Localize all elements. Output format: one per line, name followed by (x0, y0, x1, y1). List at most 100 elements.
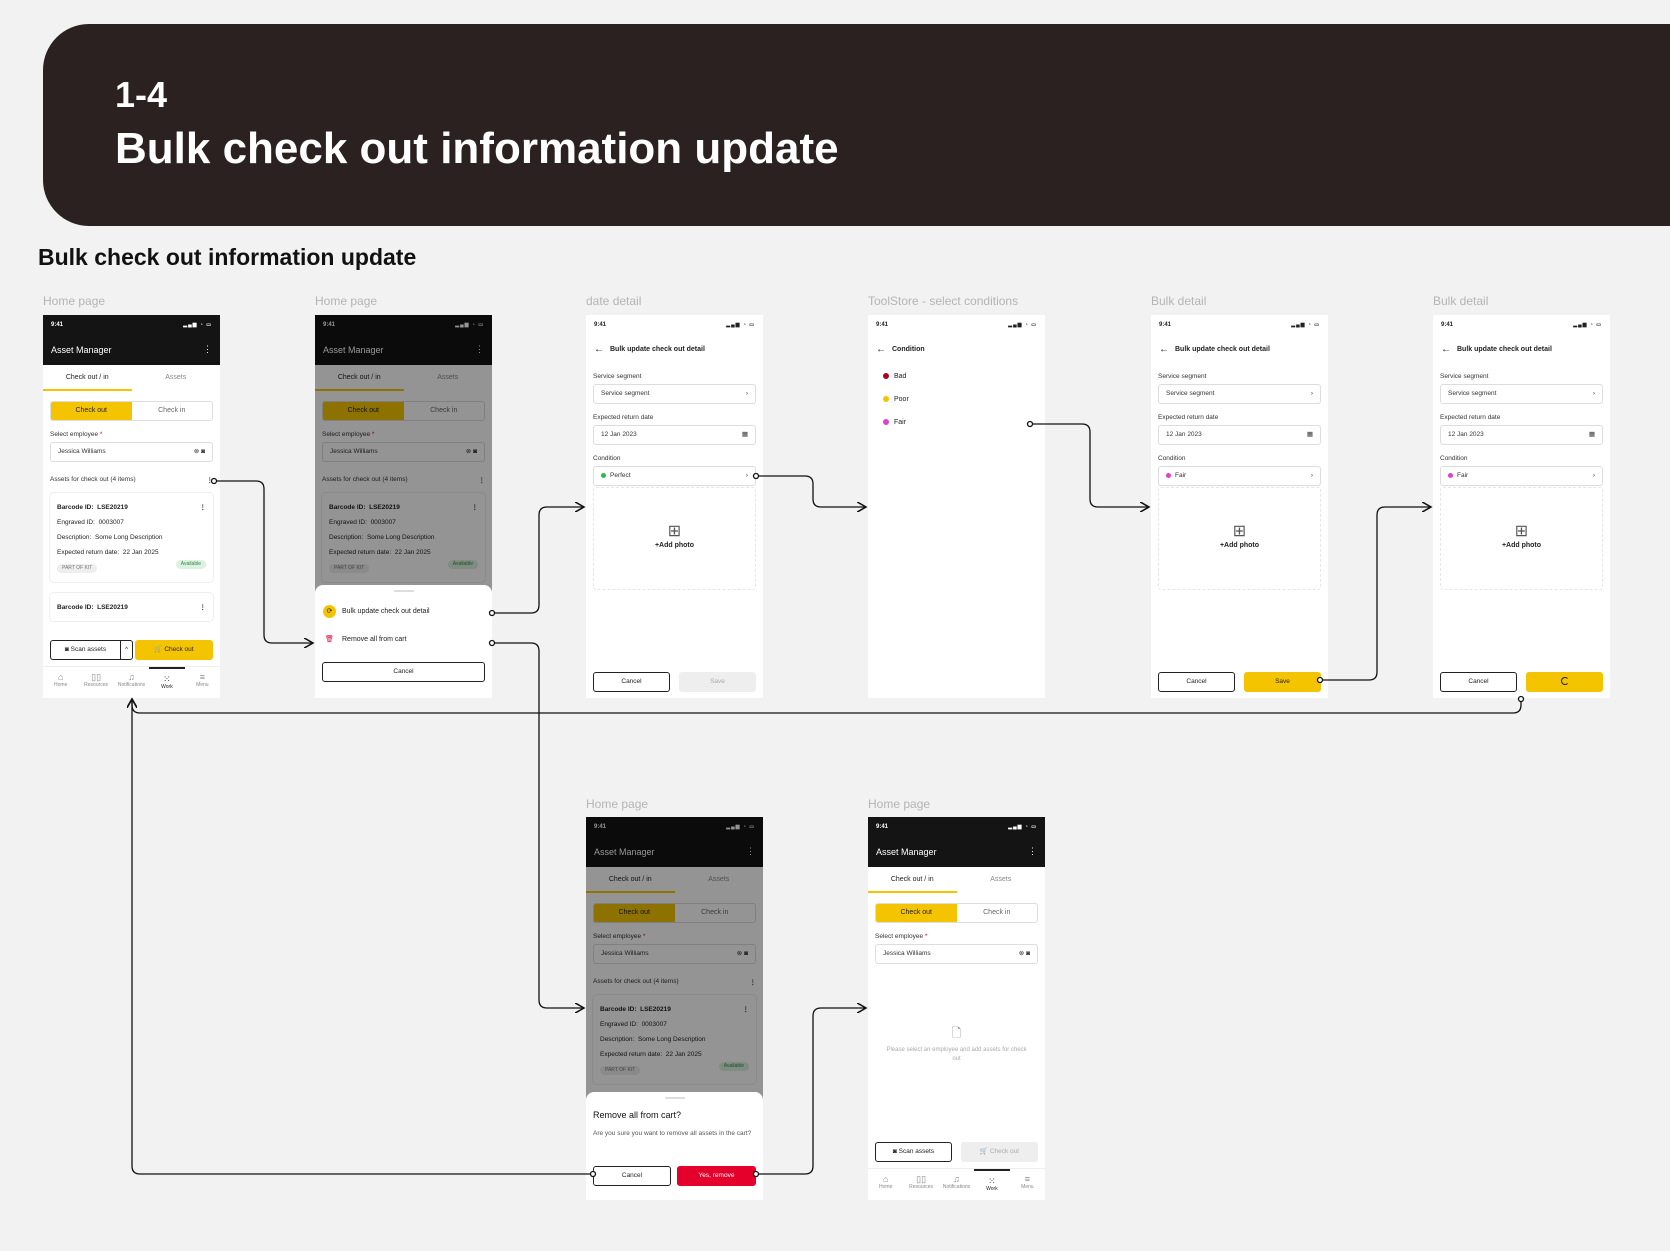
cancel-button[interactable]: Cancel (1158, 672, 1235, 692)
required-mark: * (924, 933, 928, 940)
nav-notifications[interactable]: ♫ Notifications (114, 667, 149, 698)
save-button[interactable]: Save (679, 672, 756, 692)
scan-label: Scan assets (898, 1148, 935, 1155)
add-photo-area[interactable]: ⊞ +Add photo (1158, 487, 1321, 590)
nav-home[interactable]: ⌂ Home (868, 1169, 903, 1200)
tab-checkout[interactable]: Check out / in (43, 365, 132, 391)
screen-home: 9:41 ▂▄▆ ◔ ▭ Asset Manager ⋮ Check out / i… (43, 315, 220, 698)
back-arrow-icon[interactable]: ← (594, 344, 604, 355)
assets-more-icon[interactable]: ⋮ (207, 476, 214, 484)
back-arrow-icon[interactable]: ← (1159, 344, 1169, 355)
service-segment-field[interactable]: Service segment › (1440, 384, 1603, 404)
sheet-handle[interactable] (664, 1097, 685, 1099)
nav-work[interactable]: ⁙ Work (149, 667, 185, 698)
tab-bar: Check out / in Assets (43, 365, 220, 391)
condition-option-fair[interactable]: Fair (883, 419, 906, 426)
back-arrow-icon[interactable]: ← (876, 344, 886, 355)
checkin-toggle[interactable]: Check in (132, 402, 213, 420)
mode-toggle: Check out Check in (875, 903, 1038, 923)
scan-assets-button[interactable]: ◙ Scan assets (50, 640, 120, 660)
chevron-right-icon: › (745, 390, 748, 397)
tab-assets[interactable]: Assets (132, 365, 221, 391)
nav-menu-label: Menu (196, 682, 209, 688)
employee-label: Select employee * (50, 431, 102, 438)
scan-label: Scan assets (70, 646, 107, 653)
condition-value: Fair (1175, 472, 1187, 479)
bulk-update-icon: ⟳ (323, 605, 336, 618)
save-button[interactable]: Save (1244, 672, 1321, 692)
card-more-icon[interactable]: ⋮ (200, 600, 207, 615)
nav-resources[interactable]: ▯▯ Resources (78, 667, 113, 698)
checkout-button[interactable]: 🛒 Check out (135, 640, 213, 660)
tab-checkout[interactable]: Check out / in (868, 867, 957, 893)
condition-option-label: Bad (894, 373, 907, 380)
back-arrow-icon[interactable]: ← (1441, 344, 1451, 355)
condition-title: Condition (892, 346, 925, 353)
screen-home-empty: 9:41 ▂▄▆ ◔ ▭ Asset Manager ⋮ Check out / i… (868, 817, 1045, 1200)
return-date-field[interactable]: 12 Jan 2023 ▦ (1440, 425, 1603, 445)
cancel-button[interactable]: Cancel (1440, 672, 1517, 692)
asset-card[interactable]: Barcode ID: LSE20219 ⋮ Engraved ID: 00030… (50, 493, 213, 582)
save-loading-button[interactable] (1526, 672, 1603, 692)
employee-field[interactable]: Jessica Williams ⊗ ◙ (875, 944, 1038, 964)
nav-resources[interactable]: ▯▯ Resources (903, 1169, 938, 1200)
cancel-button[interactable]: Cancel (593, 672, 670, 692)
connector-save-to-saving (1320, 507, 1431, 681)
return-date-field[interactable]: 12 Jan 2023 ▦ (593, 425, 756, 445)
signal-icon: ▂▄▆ ◔ ▭ (183, 321, 212, 328)
nav-menu-label: Menu (1021, 1184, 1034, 1190)
barcode-label: Barcode ID: (57, 604, 94, 611)
condition-option-bad[interactable]: Bad (883, 373, 906, 380)
checkout-toggle[interactable]: Check out (876, 904, 957, 922)
empty-message: Please select an employee and add assets… (886, 1047, 1027, 1062)
clear-icon[interactable]: ⊗ (194, 448, 199, 455)
condition-field[interactable]: Fair › (1158, 466, 1321, 486)
frame-label-home-sheet: Home page (315, 294, 378, 308)
calendar-icon[interactable]: ▦ (1589, 426, 1595, 444)
condition-field[interactable]: Perfect › (593, 466, 756, 486)
cancel-button[interactable]: Cancel (593, 1166, 671, 1186)
confirm-remove-button[interactable]: Yes, remove (677, 1166, 756, 1186)
checkout-toggle[interactable]: Check out (51, 402, 132, 420)
scan-assets-button[interactable]: ◙ Scan assets (875, 1142, 952, 1162)
document-icon: 🗋 (951, 1026, 962, 1040)
status-bar: 9:41 ▂▄▆ ◔ ▭ (43, 315, 220, 334)
chevron-right-icon: › (745, 472, 748, 479)
employee-label: Select employee * (875, 933, 927, 940)
bell-icon: ♫ (128, 672, 135, 682)
scan-options-chevron-icon[interactable]: ^ (120, 640, 133, 660)
service-segment-field[interactable]: Service segment › (593, 384, 756, 404)
sheet-handle[interactable] (393, 590, 414, 592)
grid-icon: ⁙ (988, 1176, 996, 1186)
checkin-toggle[interactable]: Check in (957, 904, 1038, 922)
condition-option-poor[interactable]: Poor (883, 396, 909, 403)
card-more-icon[interactable]: ⋮ (200, 500, 207, 515)
nav-notifications[interactable]: ♫ Notifications (939, 1169, 974, 1200)
remove-all-item[interactable]: 🗑 Remove all from cart (323, 635, 484, 643)
kit-badge: PART OF KIT (57, 564, 98, 573)
employee-field[interactable]: Jessica Williams ⊗ ◙ (50, 442, 213, 462)
calendar-icon[interactable]: ▦ (1307, 426, 1313, 444)
condition-field[interactable]: Fair › (1440, 466, 1603, 486)
asset-card[interactable]: Barcode ID: LSE20219 ⋮ (50, 593, 213, 621)
bottom-nav: ⌂ Home ▯▯ Resources ♫ Notifications ⁙ Work ≡… (868, 1168, 1045, 1200)
camera-icon[interactable]: ◙ (1026, 950, 1030, 957)
nav-home[interactable]: ⌂ Home (43, 667, 78, 698)
service-segment-field[interactable]: Service segment › (1158, 384, 1321, 404)
nav-work[interactable]: ⁙ Work (974, 1169, 1010, 1200)
nav-menu[interactable]: ≡ Menu (185, 667, 220, 698)
more-menu-icon[interactable]: ⋮ (1028, 846, 1037, 857)
return-date-field[interactable]: 12 Jan 2023 ▦ (1158, 425, 1321, 445)
more-menu-icon[interactable]: ⋮ (203, 344, 212, 355)
bulk-update-item[interactable]: ⟳ Bulk update check out detail (323, 605, 484, 618)
cancel-button[interactable]: Cancel (322, 662, 485, 682)
grid-icon: ⁙ (163, 674, 171, 684)
calendar-icon[interactable]: ▦ (742, 426, 748, 444)
tab-assets[interactable]: Assets (957, 867, 1046, 893)
add-photo-area[interactable]: ⊞ +Add photo (593, 487, 756, 590)
nav-menu[interactable]: ≡ Menu (1010, 1169, 1045, 1200)
add-photo-area[interactable]: ⊞ +Add photo (1440, 487, 1603, 590)
checkout-button[interactable]: 🛒 Check out (961, 1142, 1038, 1162)
camera-icon[interactable]: ◙ (201, 448, 205, 455)
clear-icon[interactable]: ⊗ (1019, 950, 1024, 957)
